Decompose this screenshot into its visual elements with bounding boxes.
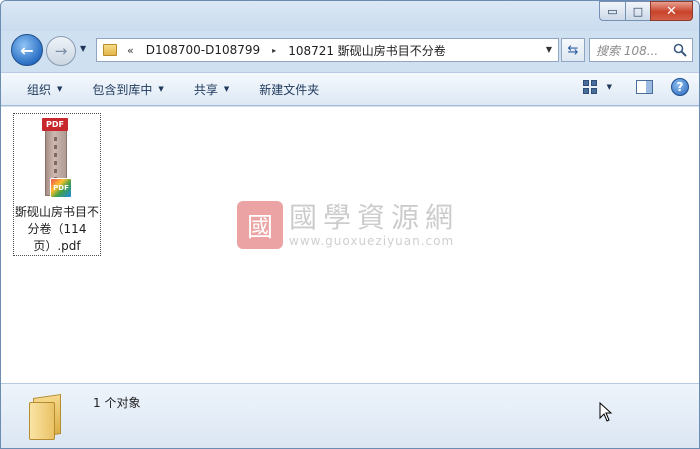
change-view-icon[interactable]: [582, 80, 597, 94]
organize-label: 组织: [27, 82, 52, 97]
title-bar[interactable]: ▭ □ ✕: [1, 1, 699, 31]
breadcrumb-chevron-icon[interactable]: ▸: [272, 46, 276, 55]
back-button[interactable]: ←: [11, 34, 43, 66]
item-count: 1 个对象: [93, 396, 141, 410]
refresh-icon: ⇆: [567, 42, 579, 58]
share-label: 共享: [193, 82, 218, 97]
pdf-badge-icon: PDF: [50, 178, 72, 198]
file-item[interactable]: PDF PDF 斲砚山房书目不分卷（114页）.pdf: [13, 113, 101, 256]
chevron-down-icon[interactable]: ▼: [607, 83, 612, 91]
command-bar: 组织 ▼ 包含到库中 ▼ 共享 ▼ 新建文件夹 ▼ ?: [1, 72, 699, 106]
include-in-library-button[interactable]: 包含到库中 ▼: [84, 77, 171, 101]
search-icon[interactable]: [673, 43, 687, 57]
mouse-cursor-icon: [599, 402, 613, 422]
close-button[interactable]: ✕: [650, 1, 693, 21]
help-icon[interactable]: ?: [671, 78, 689, 96]
address-dropdown-icon[interactable]: ▼: [546, 45, 552, 54]
organize-button[interactable]: 组织 ▼: [19, 77, 70, 101]
search-placeholder: 搜索 108...: [596, 43, 659, 58]
maximize-button[interactable]: □: [625, 1, 650, 21]
new-folder-button[interactable]: 新建文件夹: [251, 77, 327, 101]
breadcrumb-segment-current[interactable]: 108721 斲砚山房书目不分卷: [288, 42, 446, 59]
address-overflow-button[interactable]: «: [127, 44, 134, 57]
navigation-bar: ← → ▼ « D108700-D108799 ▸ 108721 斲砚山房书目不…: [1, 31, 699, 71]
address-bar[interactable]: « D108700-D108799 ▸ 108721 斲砚山房书目不分卷 ▼: [96, 38, 559, 62]
chevron-down-icon: ▼: [223, 85, 230, 93]
folder-icon: [103, 44, 117, 56]
forward-button[interactable]: →: [46, 36, 76, 66]
pdf-file-icon: PDF PDF: [40, 118, 74, 198]
folder-icon: [27, 392, 67, 440]
file-name[interactable]: 斲砚山房书目不分卷（114页）.pdf: [15, 204, 99, 255]
share-button[interactable]: 共享 ▼: [186, 77, 237, 101]
view-controls: ▼ ?: [582, 78, 689, 96]
watermark: 國 國學資源網 www.guoxueziyuan.com: [237, 201, 459, 249]
minimize-button[interactable]: ▭: [599, 1, 625, 21]
refresh-button[interactable]: ⇆: [561, 38, 585, 62]
search-input[interactable]: 搜索 108...: [589, 38, 693, 62]
watermark-title: 國學資源網: [289, 201, 460, 234]
include-in-library-label: 包含到库中: [92, 82, 153, 97]
watermark-seal-icon: 國: [237, 201, 283, 249]
chevron-down-icon: ▼: [158, 85, 164, 93]
pdf-label-top: PDF: [42, 118, 68, 131]
breadcrumb-segment-range[interactable]: D108700-D108799: [146, 43, 260, 57]
preview-pane-icon[interactable]: [636, 80, 653, 94]
caption-buttons: ▭ □ ✕: [599, 1, 693, 21]
back-arrow-icon: ←: [20, 40, 34, 60]
watermark-url: www.guoxueziyuan.com: [289, 234, 455, 248]
new-folder-label: 新建文件夹: [259, 82, 320, 97]
explorer-window: ▭ □ ✕ ← → ▼ « D108700-D108799 ▸ 108721 斲…: [0, 0, 700, 449]
forward-arrow-icon: →: [54, 42, 68, 60]
chevron-down-icon: ▼: [57, 85, 63, 93]
details-pane: 1 个对象: [1, 383, 699, 448]
recent-pages-dropdown-icon[interactable]: ▼: [80, 44, 86, 53]
file-list-view[interactable]: PDF PDF 斲砚山房书目不分卷（114页）.pdf 國 國學資源網 www.…: [1, 107, 699, 383]
